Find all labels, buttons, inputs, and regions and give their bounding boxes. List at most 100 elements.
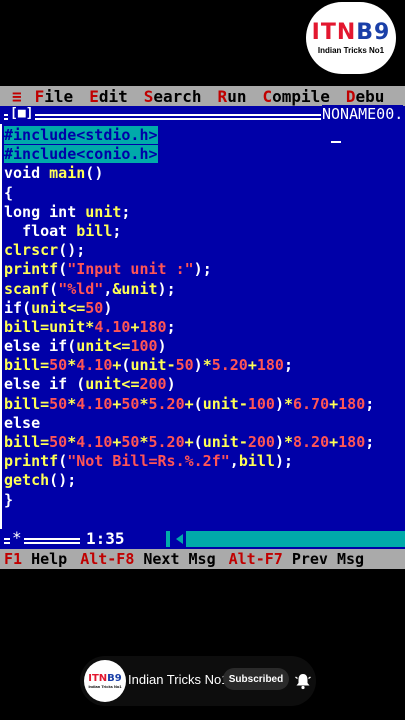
code-token: 180: [338, 394, 366, 413]
code-token: ): [193, 260, 203, 279]
code-line[interactable]: scanf("%ld",&unit);: [4, 280, 374, 299]
code-token: "%ld": [58, 279, 104, 298]
channel-watermark-logo: ITNB9 Indian Tricks No1: [306, 2, 396, 74]
code-token: int: [49, 202, 77, 221]
code-token: (: [193, 394, 203, 413]
code-token: *: [67, 394, 77, 413]
code-token: unit: [121, 279, 158, 298]
code-token: *: [67, 356, 77, 375]
code-token: 50: [49, 394, 68, 413]
bell-icon[interactable]: [294, 672, 312, 690]
code-line[interactable]: long int unit;: [4, 203, 374, 222]
code-token: (: [49, 471, 59, 490]
system-menu[interactable]: ≡: [12, 87, 22, 106]
menu-search[interactable]: Search: [144, 87, 202, 106]
text-cursor: [331, 141, 341, 143]
code-line[interactable]: #include<stdio.h>: [4, 126, 374, 145]
code-token: +: [184, 433, 194, 451]
menu-run[interactable]: Run: [218, 87, 247, 106]
code-token: else: [4, 375, 41, 394]
watermark-subtitle: Indian Tricks No1: [317, 45, 385, 55]
code-token: ): [193, 356, 203, 375]
code-token: ): [157, 279, 167, 298]
code-line[interactable]: clrscr();: [4, 241, 374, 260]
code-token: ;: [121, 202, 131, 221]
frame-left-border: [0, 124, 2, 529]
code-token: 50: [85, 298, 104, 317]
code-line[interactable]: bill=unit*4.10+180;: [4, 318, 374, 337]
channel-name[interactable]: Indian Tricks No1: [128, 672, 228, 687]
code-token: if: [49, 337, 68, 356]
cursor-position: 1:35: [80, 529, 131, 548]
hint-key-help[interactable]: F1: [4, 550, 22, 568]
subscribe-bar: ITNB9 Indian Tricks No1 Indian Tricks No…: [80, 656, 316, 706]
watermark-mark: ITNB9: [311, 19, 391, 45]
menu-debug[interactable]: Debu: [346, 87, 385, 106]
code-token: (: [76, 375, 86, 394]
code-token: =: [40, 356, 50, 375]
subscribed-button[interactable]: Subscribed: [223, 668, 289, 690]
code-token: "Not Bill=Rs.%.2f": [67, 452, 230, 471]
code-token: 6.70: [293, 394, 330, 413]
code-token: 200: [247, 433, 275, 451]
code-token: *: [283, 394, 293, 413]
code-editor[interactable]: #include<stdio.h> #include<conio.h> void m…: [4, 126, 374, 510]
code-token: 200: [139, 375, 167, 394]
code-line[interactable]: void main(): [4, 164, 374, 183]
turbo-c-ide: ≡ File Edit Search Run Compile Debu [■] …: [0, 86, 405, 569]
code-token: 5.20: [148, 433, 185, 451]
code-token: =: [40, 317, 50, 336]
channel-avatar[interactable]: ITNB9 Indian Tricks No1: [84, 660, 126, 702]
code-token: ;: [112, 221, 122, 240]
code-token: float: [22, 221, 68, 240]
scroll-left-arrow-icon[interactable]: [170, 531, 186, 547]
code-line[interactable]: printf("Not Bill=Rs.%.2f",bill);: [4, 452, 374, 471]
code-token: unit: [76, 337, 113, 356]
code-line[interactable]: bill=50*4.10+50*5.20+(unit-200)*8.20+180…: [4, 433, 374, 452]
code-token: 50: [121, 433, 140, 451]
code-token: *: [202, 356, 212, 375]
code-token: ,: [229, 452, 239, 471]
code-line[interactable]: }: [4, 491, 374, 510]
code-token: =: [40, 394, 50, 413]
editor-window-frame: [■] NONAME00.: [0, 105, 405, 124]
code-line[interactable]: #include<conio.h>: [4, 145, 374, 164]
menu-compile[interactable]: Compile: [262, 87, 329, 106]
code-line[interactable]: float bill;: [4, 222, 374, 241]
code-token: if: [4, 298, 23, 317]
code-token: long: [4, 202, 41, 221]
code-token: (: [85, 164, 95, 183]
code-line[interactable]: printf("Input unit :");: [4, 260, 374, 279]
code-token: (: [49, 279, 59, 298]
avatar-mark: ITNB9: [88, 673, 122, 684]
code-token: ;: [365, 433, 375, 451]
code-token: (: [58, 260, 68, 279]
avatar-subtitle: Indian Tricks No1: [88, 684, 122, 689]
code-token: (: [22, 298, 32, 317]
code-line[interactable]: getch();: [4, 471, 374, 490]
code-token: +: [184, 394, 194, 413]
menu-file[interactable]: File: [35, 87, 74, 106]
code-line[interactable]: else if(unit<=100): [4, 337, 374, 356]
window-close-box[interactable]: [■]: [8, 106, 36, 121]
code-line[interactable]: if(unit<=50): [4, 299, 374, 318]
code-line[interactable]: {: [4, 184, 374, 203]
code-token: "Input unit :": [67, 260, 194, 279]
code-token: *: [139, 433, 149, 451]
code-token: {: [4, 183, 14, 202]
horizontal-scrollbar[interactable]: [166, 531, 405, 547]
code-line[interactable]: else: [4, 414, 374, 433]
code-token: ): [274, 452, 284, 471]
code-line[interactable]: else if (unit<=200): [4, 375, 374, 394]
menu-edit[interactable]: Edit: [89, 87, 128, 106]
hint-key-prev-msg[interactable]: Alt-F7: [229, 550, 283, 568]
code-token: void: [4, 164, 41, 183]
code-token: 4.10: [76, 433, 113, 451]
code-token: ): [103, 298, 113, 317]
hint-key-next-msg[interactable]: Alt-F8: [80, 550, 134, 568]
window-filename: NONAME00.: [322, 105, 404, 123]
code-line[interactable]: bill=50*4.10+(unit-50)*5.20+180;: [4, 356, 374, 375]
code-line[interactable]: bill=50*4.10+50*5.20+(unit-100)*6.70+180…: [4, 395, 374, 414]
